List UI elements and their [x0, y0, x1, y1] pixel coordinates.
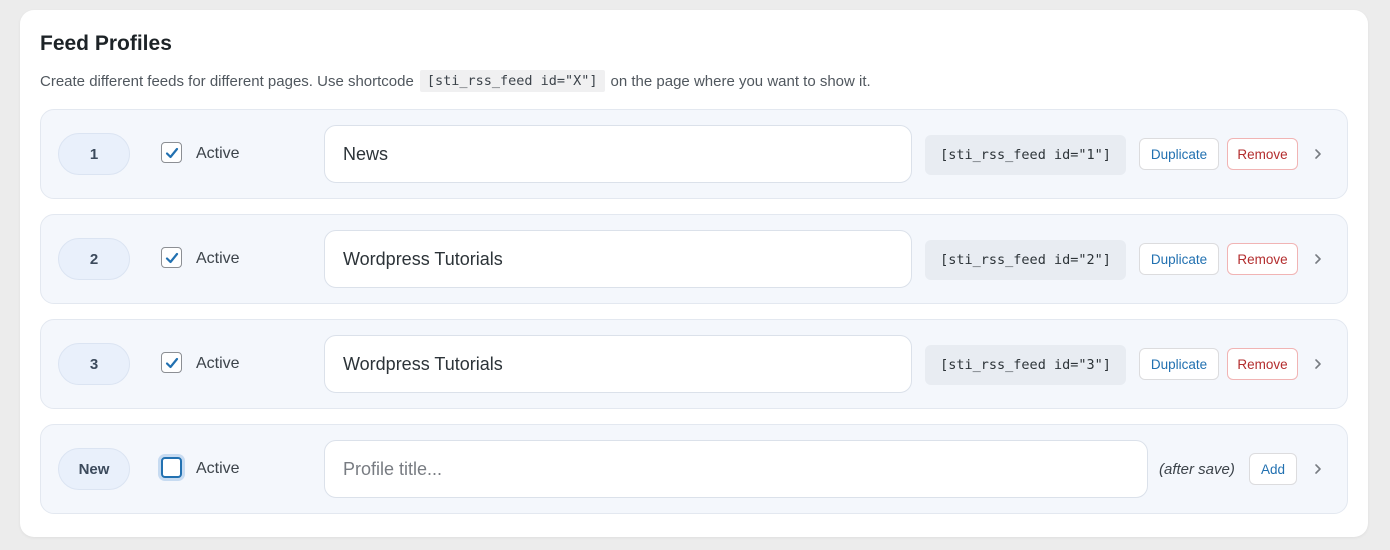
active-checkbox[interactable] — [161, 352, 182, 373]
expand-toggle[interactable] — [1311, 353, 1325, 375]
active-label: Active — [196, 250, 240, 267]
profile-title-input[interactable] — [324, 335, 912, 393]
profile-number-badge: 3 — [58, 343, 130, 385]
duplicate-button[interactable]: Duplicate — [1139, 138, 1219, 170]
chevron-right-icon — [1315, 254, 1321, 264]
active-label: Active — [196, 460, 240, 477]
duplicate-button[interactable]: Duplicate — [1139, 243, 1219, 275]
active-label: Active — [196, 145, 240, 162]
expand-toggle[interactable] — [1311, 143, 1325, 165]
active-checkbox[interactable] — [161, 247, 182, 268]
new-profile-row: New Active (after save) Add — [40, 424, 1348, 514]
remove-button[interactable]: Remove — [1227, 243, 1298, 275]
profile-number-badge: 2 — [58, 238, 130, 280]
profile-shortcode: [sti_rss_feed id="1"] — [925, 135, 1126, 175]
profile-row: 3 Active [sti_rss_feed id="3"] Duplicate… — [40, 319, 1348, 409]
profile-shortcode: [sti_rss_feed id="3"] — [925, 345, 1126, 385]
profile-shortcode: [sti_rss_feed id="2"] — [925, 240, 1126, 280]
chevron-right-icon — [1315, 149, 1321, 159]
active-checkbox[interactable] — [161, 457, 182, 478]
profile-number-badge: 1 — [58, 133, 130, 175]
checkmark-icon — [165, 147, 178, 158]
profile-title-input[interactable] — [324, 125, 912, 183]
chevron-right-icon — [1315, 464, 1321, 474]
add-button[interactable]: Add — [1249, 453, 1297, 485]
section-description: Create different feeds for different pag… — [40, 69, 871, 93]
after-save-note: (after save) — [1159, 461, 1235, 478]
description-text-before: Create different feeds for different pag… — [40, 72, 414, 90]
checkmark-icon — [165, 357, 178, 368]
remove-button[interactable]: Remove — [1227, 138, 1298, 170]
expand-toggle[interactable] — [1311, 458, 1325, 480]
chevron-right-icon — [1315, 359, 1321, 369]
description-text-after: on the page where you want to show it. — [610, 72, 871, 90]
active-checkbox[interactable] — [161, 142, 182, 163]
new-profile-title-input[interactable] — [324, 440, 1148, 498]
section-title: Feed Profiles — [40, 32, 172, 55]
profile-row: 1 Active [sti_rss_feed id="1"] Duplicate… — [40, 109, 1348, 199]
active-label: Active — [196, 355, 240, 372]
new-profile-badge: New — [58, 448, 130, 490]
feed-profiles-card: Feed Profiles Create different feeds for… — [20, 10, 1368, 537]
profile-row: 2 Active [sti_rss_feed id="2"] Duplicate… — [40, 214, 1348, 304]
profile-title-input[interactable] — [324, 230, 912, 288]
checkmark-icon — [165, 252, 178, 263]
description-shortcode: [sti_rss_feed id="X"] — [419, 70, 605, 92]
duplicate-button[interactable]: Duplicate — [1139, 348, 1219, 380]
remove-button[interactable]: Remove — [1227, 348, 1298, 380]
expand-toggle[interactable] — [1311, 248, 1325, 270]
